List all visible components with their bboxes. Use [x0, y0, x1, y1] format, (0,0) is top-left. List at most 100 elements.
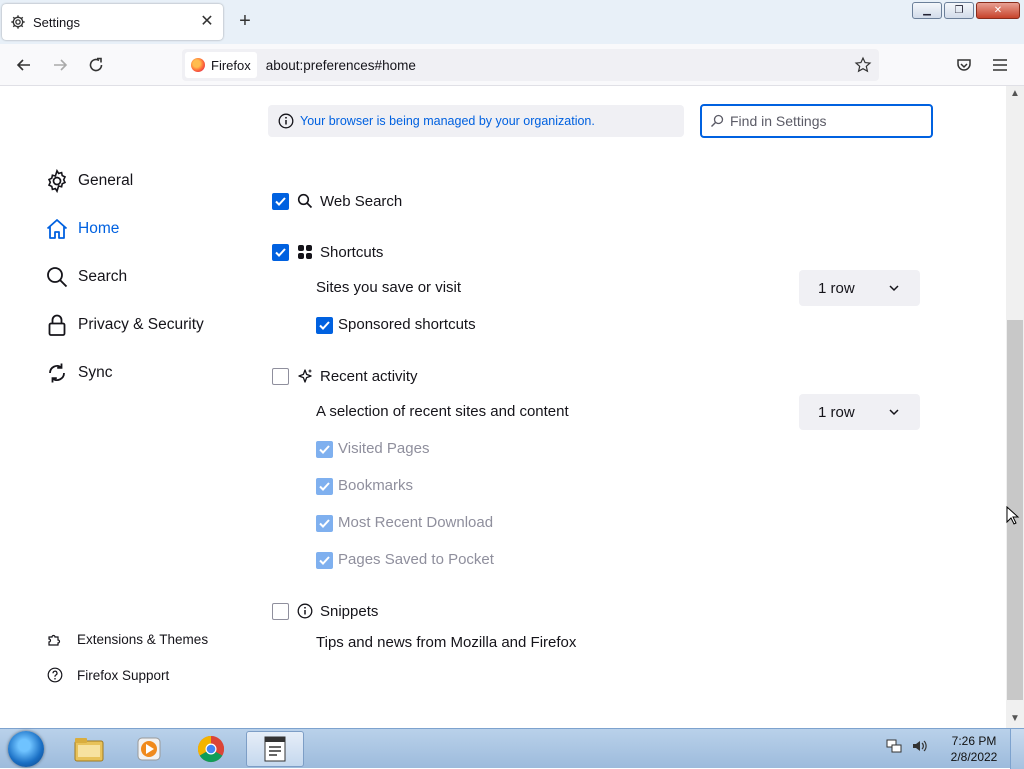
bookmarks-label: Bookmarks [338, 477, 414, 494]
firefox-logo-icon [191, 58, 205, 72]
back-arrow-icon[interactable] [12, 54, 36, 76]
snippets-description: Tips and news from Mozilla and Firefox [316, 634, 577, 651]
sponsored-shortcuts-checkbox[interactable] [316, 317, 333, 334]
grid-icon [296, 243, 314, 261]
sidebar-item-privacy-security[interactable]: Privacy & Security [44, 312, 204, 338]
policy-notice-text[interactable]: Your browser is being managed by your or… [300, 114, 595, 128]
minimize-icon[interactable]: ▁ [912, 2, 942, 19]
gear-icon [10, 14, 26, 30]
forward-arrow-icon[interactable] [48, 54, 72, 76]
sidebar-footer-label: Extensions & Themes [77, 631, 209, 647]
web-search-checkbox[interactable] [272, 193, 289, 210]
mouse-cursor-icon [1006, 505, 1020, 526]
volume-icon[interactable] [911, 737, 929, 760]
policy-notice[interactable]: Your browser is being managed by your or… [268, 105, 684, 137]
hamburger-menu-icon[interactable] [988, 54, 1012, 76]
most-recent-download-checkbox[interactable] [316, 515, 333, 532]
recent-activity-title: Recent activity [296, 367, 418, 385]
shortcuts-label: Shortcuts [320, 243, 384, 261]
sidebar-item-sync[interactable]: Sync [44, 360, 112, 386]
sponsored-shortcuts-label: Sponsored shortcuts [338, 316, 476, 333]
find-in-settings[interactable] [700, 104, 933, 138]
lock-icon [44, 312, 70, 338]
pages-saved-to-pocket-checkbox[interactable] [316, 552, 333, 569]
recent-activity-rows-label: A selection of recent sites and content [316, 403, 569, 420]
taskbar-clock[interactable]: 7:26 PM 2/8/2022 [940, 733, 1008, 765]
sidebar-item-search[interactable]: Search [44, 264, 127, 290]
help-icon [46, 666, 64, 684]
media-player-icon[interactable] [120, 731, 178, 767]
chevron-down-icon [888, 405, 900, 417]
sidebar-item-home[interactable]: Home [44, 216, 119, 242]
settings-page: Your browser is being managed by your or… [0, 86, 1006, 728]
system-tray [885, 737, 929, 760]
show-desktop-button[interactable] [1010, 729, 1024, 769]
restore-icon[interactable]: ❐ [944, 2, 974, 19]
chrome-icon[interactable] [182, 731, 240, 767]
scroll-up-icon[interactable]: ▲ [1009, 88, 1021, 100]
window-controls: ▁ ❐ ✕ [912, 2, 1020, 19]
identity-box[interactable]: Firefox [185, 52, 257, 78]
identity-label: Firefox [211, 57, 251, 73]
shortcuts-checkbox[interactable] [272, 244, 289, 261]
sidebar-item-label: General [78, 172, 134, 189]
snippets-checkbox[interactable] [272, 603, 289, 620]
recent-activity-checkbox[interactable] [272, 368, 289, 385]
scrollbar[interactable]: ▲ ▼ [1006, 86, 1024, 728]
sparkle-icon [296, 367, 314, 385]
plus-icon[interactable]: + [236, 11, 254, 31]
scroll-down-icon[interactable]: ▼ [1009, 713, 1021, 725]
sidebar-item-label: Sync [78, 364, 113, 381]
tab-settings[interactable]: Settings ✕ [2, 4, 223, 40]
tab-title: Settings [33, 14, 80, 30]
web-search-title: Web Search [296, 192, 402, 210]
extensions-themes-link[interactable]: Extensions & Themes [46, 630, 208, 648]
url-text[interactable]: about:preferences#home [266, 58, 853, 73]
puzzle-icon [46, 630, 64, 648]
sync-icon [44, 360, 70, 386]
star-icon[interactable] [853, 55, 873, 75]
snippets-label: Snippets [320, 602, 379, 620]
sidebar-footer-label: Firefox Support [77, 667, 170, 683]
reload-icon[interactable] [84, 54, 108, 76]
chevron-down-icon [888, 281, 900, 293]
search-input[interactable] [728, 112, 918, 130]
bookmarks-checkbox[interactable] [316, 478, 333, 495]
sidebar-item-label: Home [78, 220, 120, 237]
windows-explorer-icon[interactable] [60, 731, 118, 767]
gear-icon [44, 168, 70, 194]
visited-pages-checkbox[interactable] [316, 441, 333, 458]
recent-activity-label: Recent activity [320, 367, 418, 385]
pocket-icon[interactable] [952, 54, 976, 76]
most-recent-download-label: Most Recent Download [338, 514, 494, 531]
info-icon [278, 113, 294, 129]
windows-start-icon[interactable] [8, 731, 44, 767]
dropdown-value: 1 row [818, 279, 855, 297]
info-icon [296, 602, 314, 620]
close-icon[interactable]: ✕ [976, 2, 1020, 19]
title-bar: Settings ✕ + ▁ ❐ ✕ [0, 0, 1024, 44]
network-icon[interactable] [885, 737, 903, 760]
search-icon [710, 113, 726, 129]
visited-pages-label: Visited Pages [338, 440, 430, 457]
sidebar-item-label: Search [78, 268, 128, 285]
sidebar-item-label: Privacy & Security [78, 316, 204, 333]
pages-saved-to-pocket-label: Pages Saved to Pocket [338, 551, 494, 568]
close-icon[interactable]: ✕ [199, 14, 215, 30]
sidebar-item-general[interactable]: General [44, 168, 133, 194]
navigation-bar: Firefox about:preferences#home [0, 44, 1024, 86]
shortcuts-rows-label: Sites you save or visit [316, 279, 462, 296]
snippets-title: Snippets [296, 602, 378, 620]
shortcuts-title: Shortcuts [296, 243, 383, 261]
shortcuts-rows-dropdown[interactable]: 1 row [799, 270, 920, 306]
recent-activity-rows-dropdown[interactable]: 1 row [799, 394, 920, 430]
taskbar: 7:26 PM 2/8/2022 [0, 728, 1024, 769]
search-icon [296, 192, 314, 210]
url-bar[interactable]: Firefox about:preferences#home [182, 49, 879, 81]
home-icon [44, 216, 70, 242]
clock-date: 2/8/2022 [950, 750, 998, 764]
search-icon [44, 264, 70, 290]
app-window-icon[interactable] [246, 731, 304, 767]
dropdown-value: 1 row [818, 403, 855, 421]
firefox-support-link[interactable]: Firefox Support [46, 666, 169, 684]
